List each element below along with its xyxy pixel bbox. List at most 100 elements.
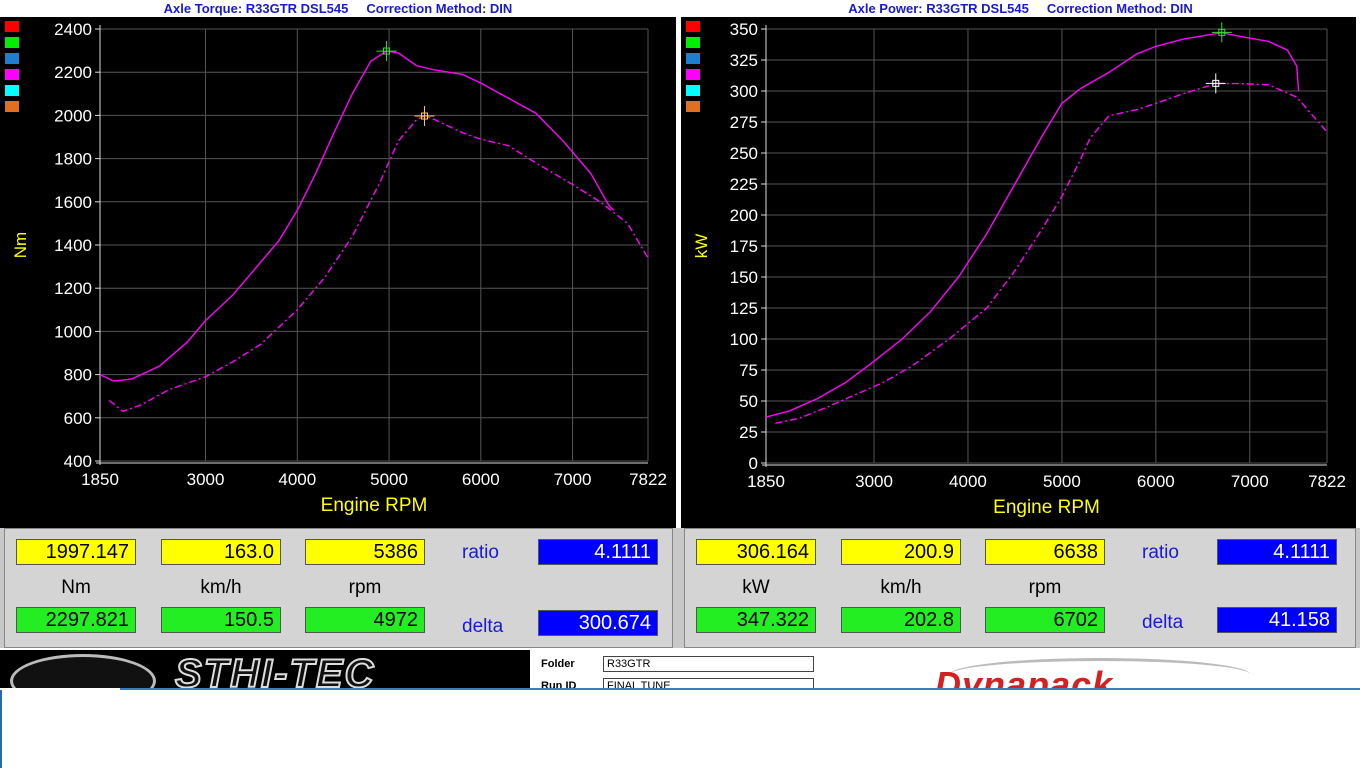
- right-delta-value: 41.158: [1217, 607, 1337, 633]
- torque-ytick-label-1: 600: [64, 409, 92, 428]
- left-speed-peak-value: 150.5: [161, 607, 281, 633]
- power-legend-swatch-5: [686, 101, 700, 112]
- power-background: [681, 17, 1356, 528]
- torque-ytick-label-4: 1200: [54, 279, 92, 298]
- sthitec-emblem-icon: [10, 654, 156, 690]
- torque-ytick-label-6: 1600: [54, 193, 92, 212]
- window-edge-left: [0, 690, 2, 768]
- right-power-peak-value: 347.322: [696, 607, 816, 633]
- power-legend-swatch-0: [686, 21, 700, 32]
- left-unit-kmh: km/h: [200, 577, 242, 598]
- power-xtick-label-1: 3000: [855, 472, 893, 491]
- right-chart-title: Axle Power: R33GTR DSL545 Correction Met…: [681, 0, 1360, 17]
- right-delta-label: delta: [1142, 612, 1184, 633]
- torque-ytick-label-9: 2200: [54, 63, 92, 82]
- power-xtick-label-3: 5000: [1043, 472, 1081, 491]
- torque-xtick-label-5: 7000: [554, 470, 592, 489]
- torque-ytick-label-7: 1800: [54, 150, 92, 169]
- left-readout-panel: 1997.147 163.0 5386 ratio 4.1111 Nm km/h…: [4, 528, 673, 648]
- power-ytick-label-9: 225: [730, 175, 758, 194]
- left-rpm-cursor-value: 5386: [305, 539, 425, 565]
- right-unit-kw: kW: [742, 577, 770, 598]
- power-chart: 0 25 50 75 100 125 150 175 200 225 250 275 300 325 350…: [681, 17, 1356, 528]
- power-ytick-label-0: 0: [749, 454, 758, 473]
- left-rpm-peak-value: 4972: [305, 607, 425, 633]
- torque-ytick-label-2: 800: [64, 366, 92, 385]
- power-ytick-label-12: 300: [730, 82, 758, 101]
- torque-y-axis-label: Nm: [11, 232, 30, 258]
- power-ytick-label-10: 250: [730, 144, 758, 163]
- torque-ytick-label-3: 1000: [54, 322, 92, 341]
- left-chart-title: Axle Torque: R33GTR DSL545 Correction Me…: [0, 0, 676, 17]
- torque-ytick-label-0: 400: [64, 452, 92, 471]
- dynapack-logo-text: Dynapack: [935, 664, 1114, 690]
- right-unit-rpm: rpm: [1028, 577, 1062, 598]
- folder-field[interactable]: R33GTR: [603, 656, 814, 672]
- torque-legend-swatch-0: [5, 21, 19, 32]
- torque-chart: 400 600 800 1000 1200 1400 1600 1800 2000 2200 240…: [0, 17, 676, 528]
- sthitec-logo-text: STHI-TEC: [174, 651, 376, 690]
- torque-ytick-label-8: 2000: [54, 106, 92, 125]
- left-unit-nm: Nm: [61, 577, 91, 598]
- torque-legend-swatch-1: [5, 37, 19, 48]
- blank-area: [0, 688, 1360, 768]
- power-xtick-label-4: 6000: [1137, 472, 1175, 491]
- window-edge-line: [120, 688, 1360, 690]
- power-x-axis-label: Engine RPM: [993, 497, 1100, 518]
- power-ytick-label-11: 275: [730, 113, 758, 132]
- torque-legend-swatch-4: [5, 85, 19, 96]
- left-delta-label: delta: [462, 616, 504, 637]
- left-torque-cursor-value: 1997.147: [16, 539, 136, 565]
- torque-ytick-label-10: 2400: [54, 20, 92, 39]
- right-readout-panel: 306.164 200.9 6638 ratio 4.1111 kW km/h …: [684, 528, 1356, 648]
- power-y-axis-label: kW: [692, 234, 711, 259]
- torque-legend-swatch-3: [5, 69, 19, 80]
- power-ytick-label-8: 200: [730, 206, 758, 225]
- power-legend-swatch-1: [686, 37, 700, 48]
- left-delta-value: 300.674: [538, 610, 658, 636]
- power-legend-swatch-4: [686, 85, 700, 96]
- power-ytick-label-2: 50: [739, 392, 758, 411]
- torque-xtick-label-6: 7822: [629, 470, 667, 489]
- right-ratio-label: ratio: [1142, 542, 1179, 563]
- readout-area: 1997.147 163.0 5386 ratio 4.1111 Nm km/h…: [0, 528, 1360, 648]
- footer-branding: STHI-TEC Folder R33GTR Run ID FINAL TUNE…: [0, 650, 1360, 690]
- right-ratio-value: 4.1111: [1217, 539, 1337, 565]
- torque-xtick-label-1: 3000: [187, 470, 225, 489]
- power-ytick-label-5: 125: [730, 299, 758, 318]
- right-chart-title-text: Axle Power: R33GTR DSL545 Correction Met…: [848, 1, 1193, 16]
- power-xtick-label-5: 7000: [1231, 472, 1269, 491]
- torque-background: [0, 17, 676, 528]
- power-ytick-label-14: 350: [730, 20, 758, 39]
- torque-xtick-label-2: 4000: [278, 470, 316, 489]
- torque-xtick-label-3: 5000: [370, 470, 408, 489]
- sthitec-logo: STHI-TEC: [0, 650, 530, 690]
- power-legend-swatch-3: [686, 69, 700, 80]
- right-power-cursor-value: 306.164: [696, 539, 816, 565]
- power-ytick-label-1: 25: [739, 423, 758, 442]
- power-xtick-label-2: 4000: [949, 472, 987, 491]
- right-speed-cursor-value: 200.9: [841, 539, 961, 565]
- power-ytick-label-3: 75: [739, 361, 758, 380]
- power-ytick-label-6: 150: [730, 268, 758, 287]
- left-ratio-label: ratio: [462, 542, 499, 563]
- right-speed-peak-value: 202.8: [841, 607, 961, 633]
- power-xtick-label-0: 1850: [747, 472, 785, 491]
- left-speed-cursor-value: 163.0: [161, 539, 281, 565]
- torque-xtick-label-4: 6000: [462, 470, 500, 489]
- torque-ytick-label-5: 1400: [54, 236, 92, 255]
- torque-x-axis-label: Engine RPM: [321, 495, 428, 516]
- right-rpm-cursor-value: 6638: [985, 539, 1105, 565]
- left-chart-title-text: Axle Torque: R33GTR DSL545 Correction Me…: [163, 1, 513, 16]
- power-ytick-label-4: 100: [730, 330, 758, 349]
- power-ytick-label-13: 325: [730, 51, 758, 70]
- torque-legend-swatch-2: [5, 53, 19, 64]
- left-unit-rpm: rpm: [348, 577, 382, 598]
- torque-xtick-label-0: 1850: [81, 470, 119, 489]
- power-xtick-label-6: 7822: [1308, 472, 1346, 491]
- right-rpm-peak-value: 6702: [985, 607, 1105, 633]
- folder-label: Folder: [541, 658, 575, 670]
- power-ytick-label-7: 175: [730, 237, 758, 256]
- left-ratio-value: 4.1111: [538, 539, 658, 565]
- power-legend-swatch-2: [686, 53, 700, 64]
